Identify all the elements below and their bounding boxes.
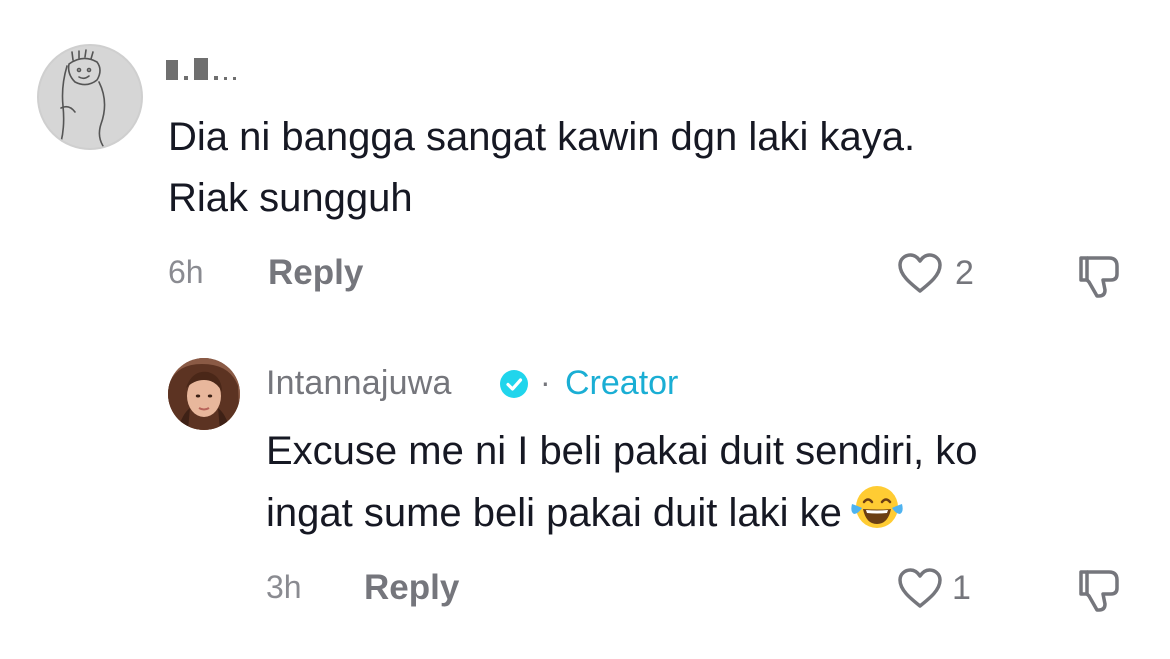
heart-outline-icon bbox=[898, 253, 942, 293]
comment-text-line: Excuse me ni I beli pakai duit sendiri, … bbox=[266, 429, 978, 473]
user-avatar[interactable] bbox=[168, 358, 240, 430]
dislike-button[interactable] bbox=[1075, 252, 1123, 300]
separator-dot: · bbox=[540, 364, 551, 400]
comment-text-line: Dia ni bangga sangat kawin dgn laki kaya… bbox=[168, 115, 916, 159]
user-avatar[interactable] bbox=[37, 44, 143, 150]
sketch-avatar-icon bbox=[60, 49, 106, 147]
reply-button[interactable]: Reply bbox=[364, 568, 459, 608]
thumbs-down-icon bbox=[1079, 570, 1119, 612]
comment-timestamp: 3h bbox=[266, 569, 302, 605]
like-count: 1 bbox=[952, 569, 971, 607]
like-button[interactable] bbox=[896, 251, 944, 295]
like-button[interactable] bbox=[896, 566, 944, 610]
comment-timestamp: 6h bbox=[168, 254, 204, 290]
comment-text: Dia ni bangga sangat kawin dgn laki kaya… bbox=[168, 107, 915, 229]
thumbs-down-icon bbox=[1079, 256, 1119, 298]
like-count: 2 bbox=[955, 254, 974, 292]
username-redacted bbox=[166, 58, 236, 80]
comment-text-line: Riak sungguh bbox=[168, 176, 413, 220]
reply-button[interactable]: Reply bbox=[268, 253, 363, 293]
heart-outline-icon bbox=[898, 568, 942, 608]
photo-avatar-icon bbox=[168, 358, 240, 430]
verified-check-icon bbox=[500, 370, 528, 398]
face-with-tears-of-joy-emoji bbox=[850, 482, 904, 532]
creator-tag: Creator bbox=[565, 364, 679, 402]
username[interactable]: Intannajuwa bbox=[266, 364, 452, 403]
comment-text-line: ingat sume beli pakai duit laki ke bbox=[266, 491, 842, 535]
comment-text: Excuse me ni I beli pakai duit sendiri, … bbox=[266, 421, 977, 544]
dislike-button[interactable] bbox=[1075, 566, 1123, 614]
